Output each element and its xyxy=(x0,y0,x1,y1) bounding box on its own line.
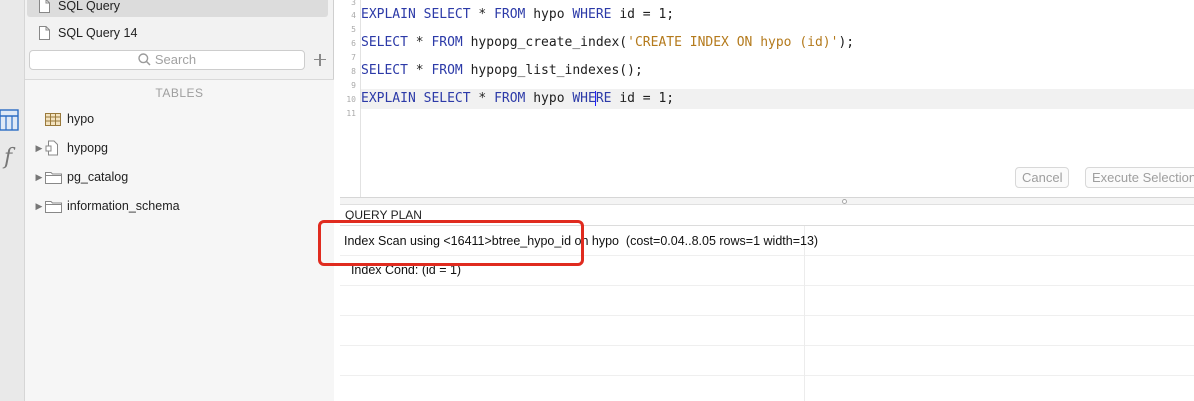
line-number: 5 xyxy=(351,25,356,34)
functions-view-icon[interactable]: f xyxy=(1,144,21,170)
cancel-button[interactable]: Cancel xyxy=(1015,167,1070,188)
code-line: SELECT * FROM hypopg_list_indexes(); xyxy=(361,63,643,78)
svg-text:f: f xyxy=(2,145,16,170)
disclosure-triangle-icon[interactable]: ▶ xyxy=(33,143,45,154)
row-divider xyxy=(340,345,1194,346)
sql-editor[interactable]: 3 4 5 6 7 8 9 10 11 EXPLAIN SELECT * FRO… xyxy=(340,0,1194,197)
line-number: 9 xyxy=(351,81,356,90)
row-divider xyxy=(340,285,1194,286)
code-line-current: EXPLAIN SELECT * FROM hypo WHERE id = 1; xyxy=(361,89,1194,109)
tables-view-icon[interactable] xyxy=(0,109,19,131)
tree-item-label: hypopg xyxy=(67,141,109,155)
query-item-sql-query-14[interactable]: SQL Query 14 xyxy=(39,22,137,44)
tree-item-information-schema[interactable]: ▶ information_schema xyxy=(33,196,180,216)
line-number: 8 xyxy=(351,67,356,76)
line-number: 11 xyxy=(346,109,356,118)
add-button[interactable] xyxy=(311,51,329,69)
icon-rail: f xyxy=(0,0,25,401)
query-item-label: SQL Query 14 xyxy=(58,26,138,40)
tree-item-pg-catalog[interactable]: ▶ pg_catalog xyxy=(33,167,129,187)
search-placeholder: Search xyxy=(154,52,197,67)
split-divider[interactable] xyxy=(340,197,1194,205)
column-divider xyxy=(804,226,805,401)
code-line: EXPLAIN SELECT * FROM hypo WHERE id = 1; xyxy=(361,7,675,22)
line-number: 3 xyxy=(351,0,356,7)
document-icon xyxy=(39,0,50,13)
split-handle-icon[interactable] xyxy=(842,199,847,204)
disclosure-triangle-icon[interactable]: ▶ xyxy=(33,172,45,183)
execute-selection-button[interactable]: Execute Selection xyxy=(1085,167,1194,188)
table-icon xyxy=(45,111,63,127)
folder-icon xyxy=(45,198,63,214)
row-divider xyxy=(340,375,1194,376)
annotation-highlight-box xyxy=(318,220,584,266)
line-number: 10 xyxy=(346,95,356,104)
query-item-label: SQL Query xyxy=(58,0,121,13)
tree-item-label: hypo xyxy=(67,112,95,126)
tree-item-hypopg[interactable]: ▶ hypopg xyxy=(33,138,108,158)
line-number: 4 xyxy=(351,11,356,20)
search-row: Search xyxy=(29,49,330,70)
query-item-sql-query[interactable]: SQL Query xyxy=(27,0,328,17)
search-icon xyxy=(138,53,151,66)
line-number: 6 xyxy=(351,39,356,48)
line-number: 7 xyxy=(351,53,356,62)
tables-panel: TABLES hypo ▶ hypopg ▶ pg_catalog ▶ info… xyxy=(25,79,334,401)
tables-header: TABLES xyxy=(155,86,204,100)
disclosure-triangle-icon[interactable]: ▶ xyxy=(33,201,45,212)
document-icon xyxy=(39,26,50,40)
code-line: SELECT * FROM hypopg_create_index('CREAT… xyxy=(361,35,855,50)
tree-item-label: information_schema xyxy=(67,199,180,213)
search-input[interactable]: Search xyxy=(29,49,305,70)
line-number-gutter: 3 4 5 6 7 8 9 10 11 xyxy=(340,0,361,197)
row-divider xyxy=(340,315,1194,316)
sidebar: SQL Query SQL Query 14 Search TABLES hyp… xyxy=(25,0,334,401)
tree-item-label: pg_catalog xyxy=(67,170,129,184)
tree-item-hypo[interactable]: hypo xyxy=(33,109,94,129)
folder-icon xyxy=(45,169,63,185)
extension-icon xyxy=(45,140,63,156)
